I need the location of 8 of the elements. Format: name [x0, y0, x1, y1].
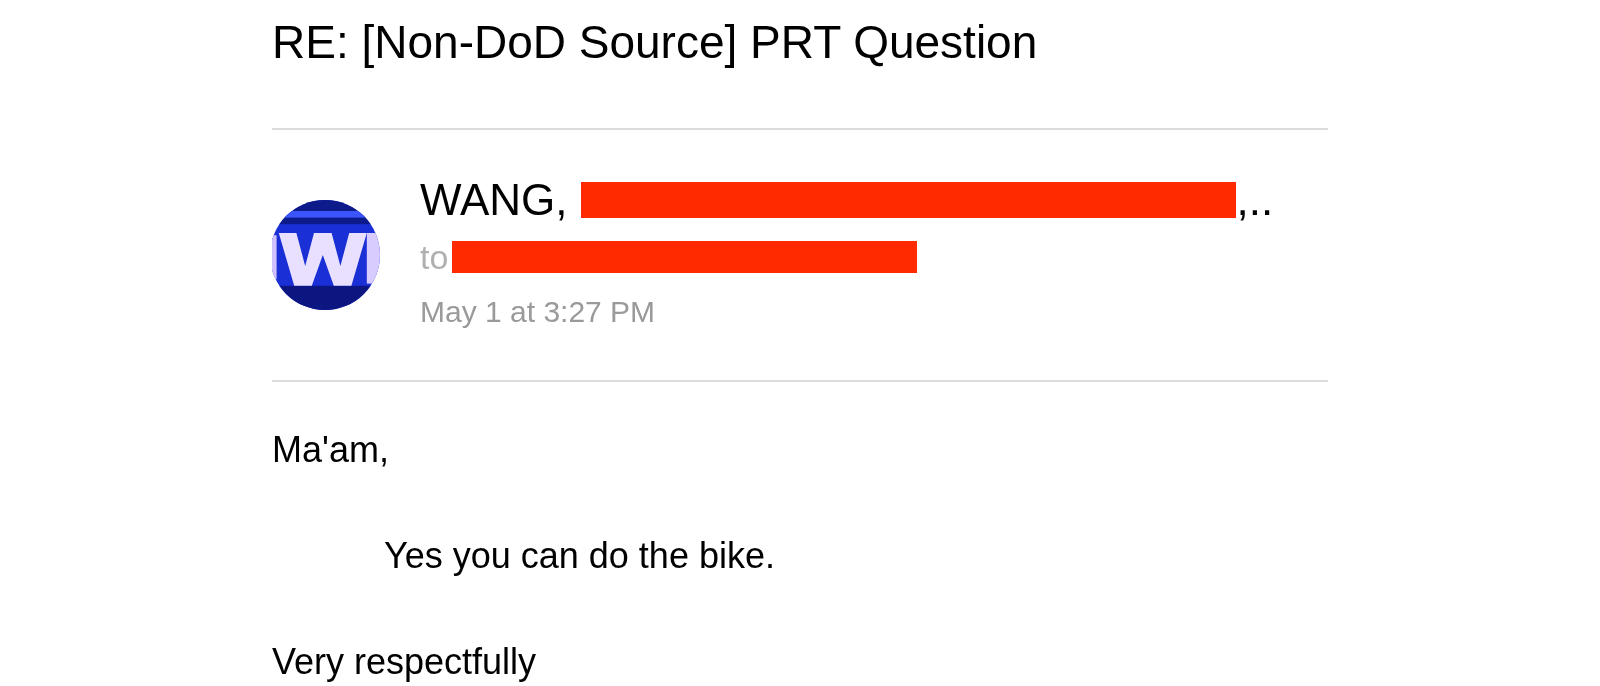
email-date: May 1 at 3:27 PM — [420, 294, 657, 330]
email-subject: RE: [Non-DoD Source] PRT Question — [272, 15, 1039, 70]
body-text: Yes you can do the bike. — [384, 534, 776, 578]
body-text: Ma'am, — [272, 428, 390, 472]
body-text: Very respectfully — [272, 640, 538, 684]
sender-more: ,.. — [1236, 174, 1274, 226]
sender-name[interactable]: WANG, — [420, 171, 568, 229]
recipient-label: to — [420, 237, 449, 278]
